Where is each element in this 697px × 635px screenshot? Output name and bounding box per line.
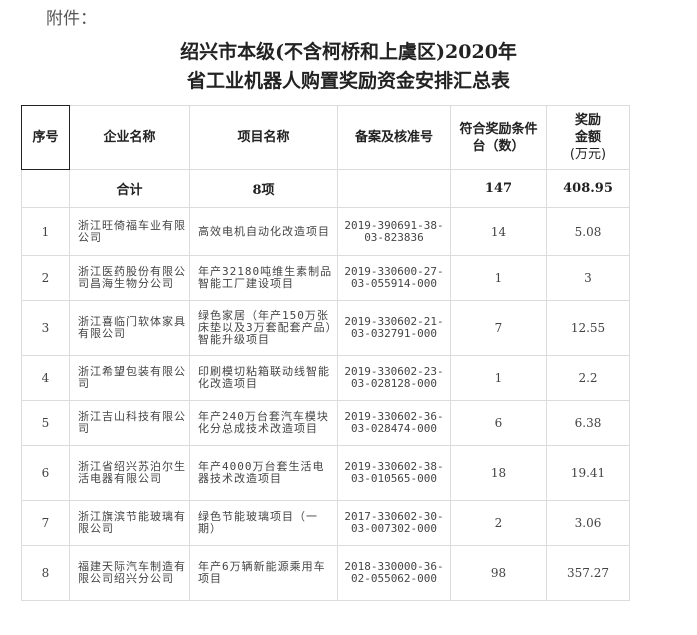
row-units: 6 — [450, 400, 547, 446]
row-amount: 12.55 — [546, 300, 630, 356]
row-seq: 1 — [21, 207, 70, 256]
row-approval: 2019-330602-36-03-028474-000 — [337, 400, 451, 446]
table-row: 2 浙江医药股份有限公司昌海生物分公司 年产32180吨维生素制品智能工厂建设项目 2… — [21, 255, 630, 301]
row-amount: 357.27 — [546, 545, 630, 601]
header-row: 序号 企业名称 项目名称 备案及核准号 符合奖励条件台（数） 奖励 金额 (万元… — [21, 105, 630, 170]
document-title: 绍兴市本级(不含柯桥和上虞区)2020年 省工业机器人购置奖励资金安排汇总表 — [0, 38, 697, 96]
table-row: 6 浙江省绍兴苏泊尔生活电器有限公司 年产4000万台套生活电器技术改造项目 2019… — [21, 445, 630, 501]
row-company: 浙江医药股份有限公司昌海生物分公司 — [69, 255, 190, 301]
total-seq-cell — [21, 169, 70, 208]
table-row: 3 浙江喜临门软体家具有限公司 绿色家居（年产150万张床垫以及3万套配套产品）智能… — [21, 300, 630, 356]
total-approval-cell — [337, 169, 451, 208]
row-company: 浙江希望包装有限公司 — [69, 355, 190, 401]
row-seq: 4 — [21, 355, 70, 401]
header-amount-line2: 金额 — [574, 130, 601, 145]
row-project: 年产6万辆新能源乘用车项目 — [189, 545, 338, 601]
table-row: 4 浙江希望包装有限公司 印刷模切粘箱联动线智能化改造项目 2019-330602-2… — [21, 355, 630, 401]
row-approval: 2019-390691-38-03-823836 — [337, 207, 451, 256]
header-company: 企业名称 — [69, 105, 190, 170]
row-amount: 3 — [546, 255, 630, 301]
table-row: 1 浙江旺倚福车业有限公司 高效电机自动化改造项目 2019-390691-38-03… — [21, 207, 630, 256]
total-amount: 408.95 — [546, 169, 630, 208]
header-seq: 序号 — [21, 105, 70, 170]
row-project: 年产4000万台套生活电器技术改造项目 — [189, 445, 338, 501]
table-row: 5 浙江吉山科技有限公司 年产240万台套汽车模块化分总成技术改造项目 2019-33… — [21, 400, 630, 446]
row-project: 年产32180吨维生素制品智能工厂建设项目 — [189, 255, 338, 301]
row-project: 印刷模切粘箱联动线智能化改造项目 — [189, 355, 338, 401]
header-units: 符合奖励条件台（数） — [450, 105, 547, 170]
row-company: 浙江吉山科技有限公司 — [69, 400, 190, 446]
header-approval: 备案及核准号 — [337, 105, 451, 170]
row-amount: 19.41 — [546, 445, 630, 501]
row-units: 1 — [450, 355, 547, 401]
row-company: 浙江旺倚福车业有限公司 — [69, 207, 190, 256]
attachment-label: 附件： — [46, 9, 97, 29]
row-amount: 2.2 — [546, 355, 630, 401]
title-line-1: 绍兴市本级(不含柯桥和上虞区)2020年 — [180, 41, 517, 63]
total-units: 147 — [450, 169, 547, 208]
total-project-count: 8项 — [189, 169, 338, 208]
row-units: 1 — [450, 255, 547, 301]
row-approval: 2019-330602-23-03-028128-000 — [337, 355, 451, 401]
row-project: 绿色节能玻璃项目（一期） — [189, 500, 338, 546]
total-row: 合计 8项 147 408.95 — [21, 169, 630, 208]
row-units: 2 — [450, 500, 547, 546]
table-row: 7 浙江旗滨节能玻璃有限公司 绿色节能玻璃项目（一期） 2017-330602-30-… — [21, 500, 630, 546]
table-row: 8 福建天际汽车制造有限公司绍兴分公司 年产6万辆新能源乘用车项目 2018-3300… — [21, 545, 630, 601]
row-approval: 2019-330602-38-03-010565-000 — [337, 445, 451, 501]
summary-table: 序号 企业名称 项目名称 备案及核准号 符合奖励条件台（数） 奖励 金额 (万元… — [21, 105, 630, 601]
row-project: 年产240万台套汽车模块化分总成技术改造项目 — [189, 400, 338, 446]
row-project: 绿色家居（年产150万张床垫以及3万套配套产品）智能升级项目 — [189, 300, 338, 356]
row-seq: 3 — [21, 300, 70, 356]
row-project: 高效电机自动化改造项目 — [189, 207, 338, 256]
row-units: 98 — [450, 545, 547, 601]
row-company: 浙江喜临门软体家具有限公司 — [69, 300, 190, 356]
row-units: 7 — [450, 300, 547, 356]
row-units: 14 — [450, 207, 547, 256]
row-approval: 2019-330600-27-03-055914-000 — [337, 255, 451, 301]
row-approval: 2019-330602-21-03-032791-000 — [337, 300, 451, 356]
row-company: 福建天际汽车制造有限公司绍兴分公司 — [69, 545, 190, 601]
header-amount-line3: (万元) — [569, 147, 607, 162]
row-units: 18 — [450, 445, 547, 501]
row-seq: 5 — [21, 400, 70, 446]
row-company: 浙江旗滨节能玻璃有限公司 — [69, 500, 190, 546]
row-amount: 6.38 — [546, 400, 630, 446]
row-amount: 5.08 — [546, 207, 630, 256]
header-amount: 奖励 金额 (万元) — [546, 105, 630, 170]
row-seq: 7 — [21, 500, 70, 546]
row-approval: 2017-330602-30-03-007302-000 — [337, 500, 451, 546]
row-amount: 3.06 — [546, 500, 630, 546]
row-approval: 2018-330000-36-02-055062-000 — [337, 545, 451, 601]
header-project: 项目名称 — [189, 105, 338, 170]
row-company: 浙江省绍兴苏泊尔生活电器有限公司 — [69, 445, 190, 501]
total-label: 合计 — [69, 169, 190, 208]
header-amount-line1: 奖励 — [574, 113, 601, 128]
row-seq: 6 — [21, 445, 70, 501]
title-line-2: 省工业机器人购置奖励资金安排汇总表 — [186, 70, 510, 92]
row-seq: 2 — [21, 255, 70, 301]
row-seq: 8 — [21, 545, 70, 601]
